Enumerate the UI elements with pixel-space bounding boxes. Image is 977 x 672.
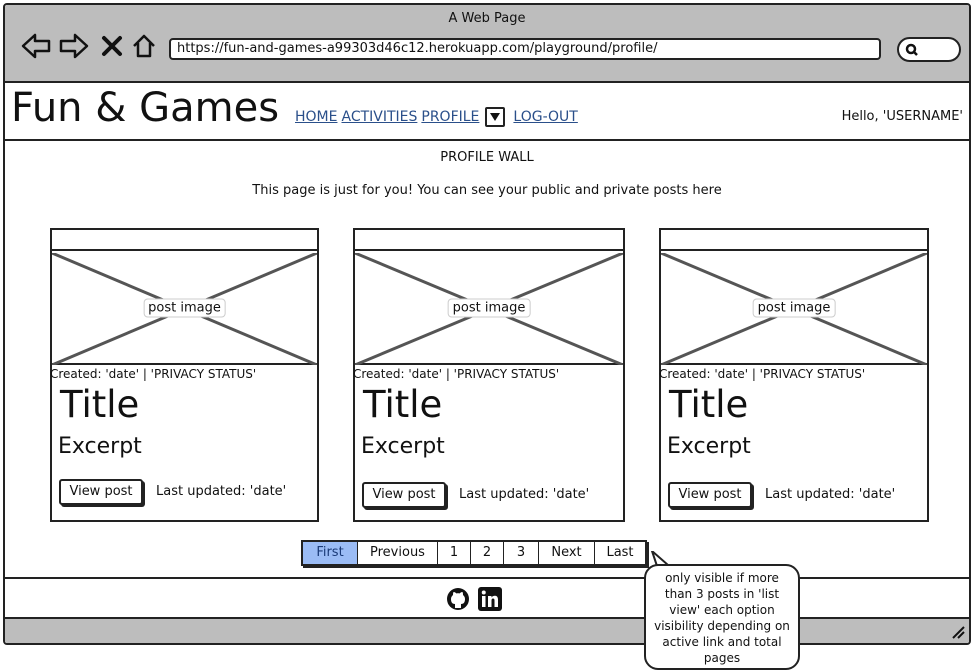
pagination: First Previous 1 2 3 Next Last (301, 540, 647, 566)
pagination-page-2[interactable]: 2 (470, 542, 503, 564)
browser-window: A Web Page https://fun-and-games-a99303d… (3, 3, 971, 645)
pagination-first[interactable]: First (303, 542, 357, 564)
forward-icon[interactable] (57, 29, 91, 63)
page-title: PROFILE WALL (440, 150, 534, 165)
post-image[interactable]: post image (52, 253, 317, 365)
search-field[interactable] (897, 37, 961, 62)
linkedin-icon[interactable] (478, 587, 502, 611)
page-subtitle: This page is just for you! You can see y… (252, 183, 722, 198)
main-nav: HOME ACTIVITIES PROFILE LOG-OUT (295, 107, 582, 127)
post-image-label: post image (447, 298, 531, 318)
post-card-header (661, 230, 927, 251)
address-bar[interactable]: https://fun-and-games-a99303d46c12.herok… (169, 38, 881, 60)
close-icon[interactable] (95, 29, 129, 63)
post-title[interactable]: Title (363, 383, 442, 426)
view-post-button[interactable]: View post (59, 479, 143, 505)
window-title: A Web Page (448, 11, 526, 26)
post-image[interactable]: post image (355, 253, 623, 365)
back-icon[interactable] (19, 29, 53, 63)
home-icon[interactable] (127, 29, 161, 63)
pagination-last[interactable]: Last (594, 542, 645, 564)
site-header: Fun & Games HOME ACTIVITIES PROFILE LOG-… (5, 85, 969, 141)
view-post-button[interactable]: View post (362, 482, 446, 508)
browser-statusbar (5, 617, 969, 643)
social-links (446, 587, 502, 611)
post-meta: Created: 'date' | 'PRIVACY STATUS' (659, 367, 866, 381)
post-title[interactable]: Title (60, 383, 139, 426)
user-greeting: Hello, 'USERNAME' (841, 109, 963, 124)
chevron-down-icon (490, 113, 501, 121)
post-image-label: post image (752, 298, 836, 318)
github-icon[interactable] (446, 587, 470, 611)
nav-profile-link[interactable]: PROFILE (421, 109, 479, 125)
post-image[interactable]: post image (661, 253, 927, 365)
post-card-header (355, 230, 623, 251)
brand-logo[interactable]: Fun & Games (11, 85, 279, 131)
profile-dropdown-toggle[interactable] (485, 107, 506, 127)
nav-home-link[interactable]: HOME (295, 109, 337, 125)
post-excerpt: Excerpt (361, 434, 445, 459)
post-image-label: post image (143, 298, 226, 318)
nav-logout-link[interactable]: LOG-OUT (513, 109, 577, 125)
post-last-updated: Last updated: 'date' (459, 487, 590, 502)
view-post-button[interactable]: View post (668, 482, 752, 508)
pagination-page-3[interactable]: 3 (503, 542, 538, 564)
resize-grip-icon[interactable] (951, 625, 965, 639)
post-card: post image Created: 'date' | 'PRIVACY ST… (353, 228, 625, 522)
post-excerpt: Excerpt (58, 434, 142, 459)
post-card: post image Created: 'date' | 'PRIVACY ST… (659, 228, 929, 522)
search-icon (905, 43, 918, 56)
browser-titlebar: A Web Page https://fun-and-games-a99303d… (5, 5, 969, 83)
pagination-previous[interactable]: Previous (357, 542, 437, 564)
footer-divider (5, 577, 969, 579)
post-card-header (52, 230, 317, 251)
nav-activities-link[interactable]: ACTIVITIES (341, 109, 417, 125)
post-title[interactable]: Title (669, 383, 748, 426)
post-meta: Created: 'date' | 'PRIVACY STATUS' (50, 367, 257, 381)
post-last-updated: Last updated: 'date' (765, 487, 896, 502)
pagination-next[interactable]: Next (538, 542, 594, 564)
post-excerpt: Excerpt (667, 434, 751, 459)
post-meta: Created: 'date' | 'PRIVACY STATUS' (353, 367, 560, 381)
pagination-page-1[interactable]: 1 (437, 542, 470, 564)
post-card: post image Created: 'date' | 'PRIVACY ST… (50, 228, 319, 522)
post-last-updated: Last updated: 'date' (156, 484, 287, 499)
annotation-callout: only visible if more than 3 posts in 'li… (644, 564, 800, 670)
